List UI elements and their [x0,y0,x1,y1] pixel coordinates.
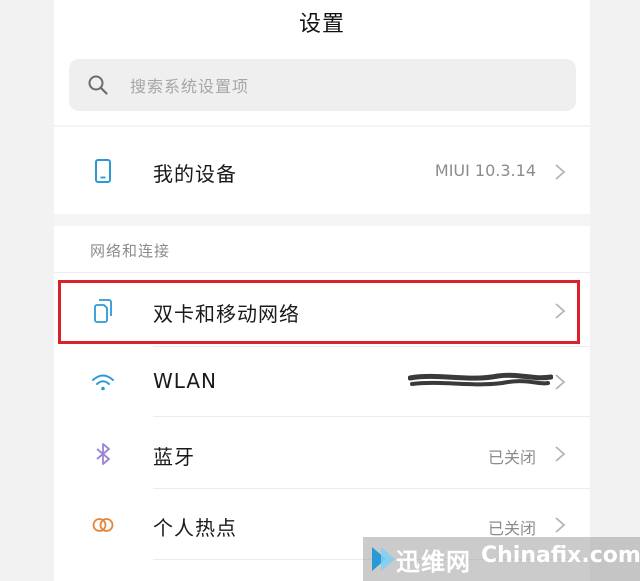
redaction-scribble [408,372,553,387]
bluetooth-status: 已关闭 [487,448,536,467]
chevron-right-icon [555,446,566,462]
search-bar[interactable]: 搜索系统设置项 [69,59,576,111]
network-item-label: 个人热点 [153,516,237,540]
section-divider [54,214,590,226]
search-icon [88,75,108,95]
network-item-label: WLAN [153,369,218,393]
chevron-right-icon [555,303,566,319]
hotspot-status: 已关闭 [487,519,536,538]
section-heading-network: 网络和连接 [90,242,171,260]
hotspot-icon [92,518,114,532]
wifi-icon [92,374,114,391]
bluetooth-icon [96,443,110,465]
settings-screen: 设置 搜索系统设置项 我的设备 MIUI 10.3.14 网络和连接 双卡和移动… [54,0,590,581]
row-separator [153,416,590,417]
network-item-label: 蓝牙 [153,445,195,469]
bluetooth-row[interactable]: 蓝牙 已关闭 [54,418,590,490]
section-divider [54,125,590,127]
watermark-en: Chinafix.com [481,543,640,568]
my-device-row[interactable]: 我的设备 MIUI 10.3.14 [54,136,590,208]
watermark-cn: 迅维网 [396,548,471,576]
my-device-label: 我的设备 [153,162,237,186]
chevron-right-icon [555,164,566,180]
network-item-label: 双卡和移动网络 [153,302,300,326]
dual-sim-icon [94,299,112,323]
dual-sim-mobile-network-row[interactable]: 双卡和移动网络 [54,275,590,347]
chevron-right-icon [555,374,566,390]
page-title: 设置 [298,12,345,37]
miui-version: MIUI 10.3.14 [434,161,536,180]
search-placeholder: 搜索系统设置项 [130,77,250,96]
phone-icon [95,159,111,183]
row-separator [54,272,590,273]
chevron-right-icon [555,517,566,533]
